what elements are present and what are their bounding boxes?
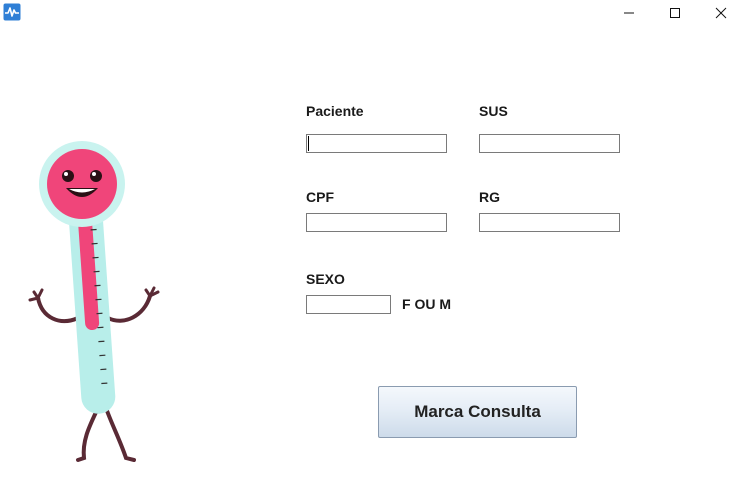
sus-input[interactable] xyxy=(479,134,620,153)
thermometer-mascot xyxy=(20,140,165,470)
sexo-input[interactable] xyxy=(306,295,391,314)
text-caret xyxy=(308,136,309,151)
close-icon xyxy=(715,7,727,19)
sexo-hint: F OU M xyxy=(402,296,451,312)
pulse-app-icon xyxy=(3,3,21,21)
marca-consulta-button[interactable]: Marca Consulta xyxy=(378,386,577,438)
rg-input[interactable] xyxy=(479,213,620,232)
sus-label: SUS xyxy=(479,103,508,119)
maximize-button[interactable] xyxy=(652,0,698,26)
paciente-input[interactable] xyxy=(306,134,447,153)
cpf-input[interactable] xyxy=(306,213,447,232)
cpf-label: CPF xyxy=(306,189,334,205)
close-button[interactable] xyxy=(698,0,738,26)
rg-label: RG xyxy=(479,189,500,205)
title-bar xyxy=(0,0,738,26)
minimize-button[interactable] xyxy=(606,0,652,26)
sexo-label: SEXO xyxy=(306,271,345,287)
minimize-icon xyxy=(624,12,634,14)
paciente-label: Paciente xyxy=(306,103,364,119)
maximize-icon xyxy=(670,8,680,18)
